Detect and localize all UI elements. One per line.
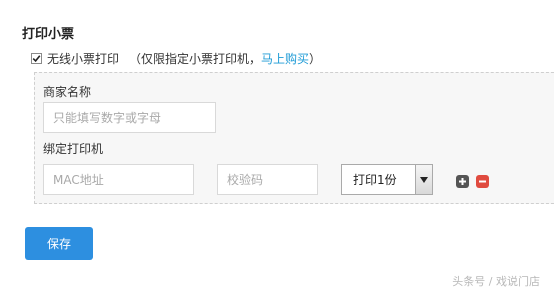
printer-note: （仅限指定小票打印机，马上购买）	[129, 50, 321, 67]
remove-printer-button[interactable]	[476, 175, 489, 188]
printer-note-suffix: ）	[309, 51, 322, 66]
buy-now-link[interactable]: 马上购买	[261, 52, 309, 66]
wireless-print-option[interactable]: 无线小票打印 （仅限指定小票打印机，马上购买）	[31, 49, 321, 67]
section-title: 打印小票	[22, 27, 75, 42]
print-copies-value: 打印1份	[353, 173, 397, 187]
mac-address-input[interactable]	[43, 164, 194, 195]
dropdown-arrow-button[interactable]	[415, 165, 432, 194]
plus-icon	[459, 178, 466, 185]
printer-note-prefix: （仅限指定小票打印机，	[129, 51, 262, 66]
printer-settings-panel: 商家名称 绑定打印机 打印1份	[34, 72, 554, 204]
receipt-print-settings: 打印小票 无线小票打印 （仅限指定小票打印机，马上购买） 商家名称 绑定打印机 …	[0, 0, 554, 292]
chevron-down-icon	[420, 176, 428, 183]
merchant-name-input[interactable]	[43, 102, 216, 133]
wireless-print-checkbox[interactable]	[31, 52, 42, 64]
add-printer-button[interactable]	[456, 175, 469, 188]
watermark: 头条号 / 戏说门店	[452, 275, 540, 288]
bind-printer-label: 绑定打印机	[43, 142, 104, 156]
checkmark-icon	[32, 54, 41, 62]
verification-code-input[interactable]	[217, 164, 318, 195]
merchant-name-label: 商家名称	[43, 85, 92, 99]
wireless-print-label: 无线小票打印	[47, 51, 120, 66]
save-button[interactable]: 保存	[25, 227, 93, 260]
minus-icon	[479, 180, 486, 183]
print-copies-select[interactable]: 打印1份	[341, 164, 433, 195]
